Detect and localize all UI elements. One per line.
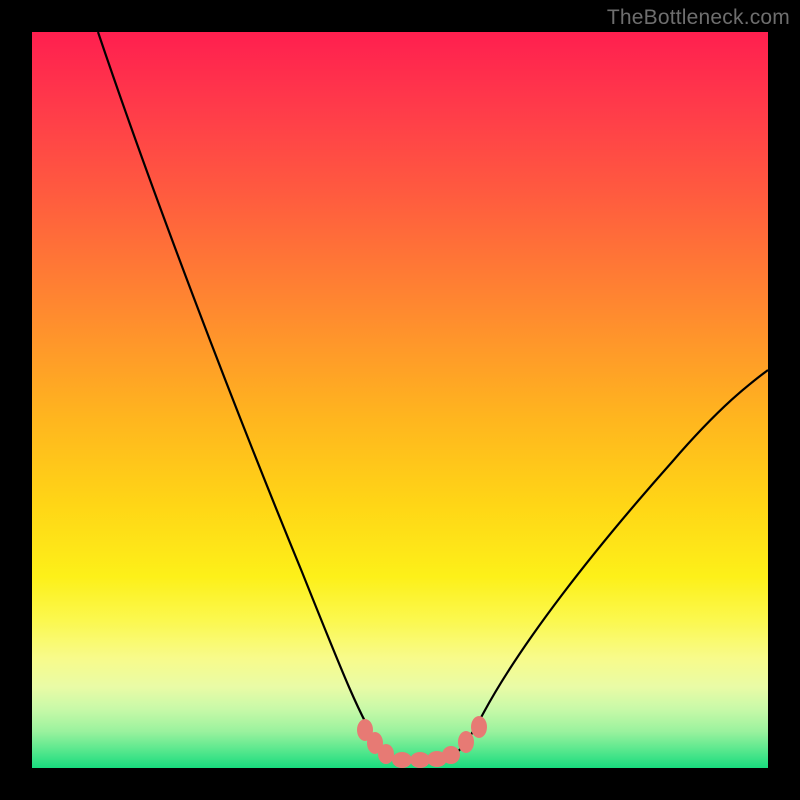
- chart-frame: TheBottleneck.com: [0, 0, 800, 800]
- plot-area: [32, 32, 768, 768]
- curve-marker: [458, 731, 474, 753]
- watermark-text: TheBottleneck.com: [607, 6, 790, 30]
- curve-marker: [442, 746, 460, 764]
- curve-svg: [32, 32, 768, 768]
- curve-marker: [378, 744, 394, 764]
- curve-marker: [392, 752, 412, 768]
- curve-marker: [471, 716, 487, 738]
- bottleneck-curve: [98, 32, 768, 760]
- curve-marker: [410, 752, 430, 768]
